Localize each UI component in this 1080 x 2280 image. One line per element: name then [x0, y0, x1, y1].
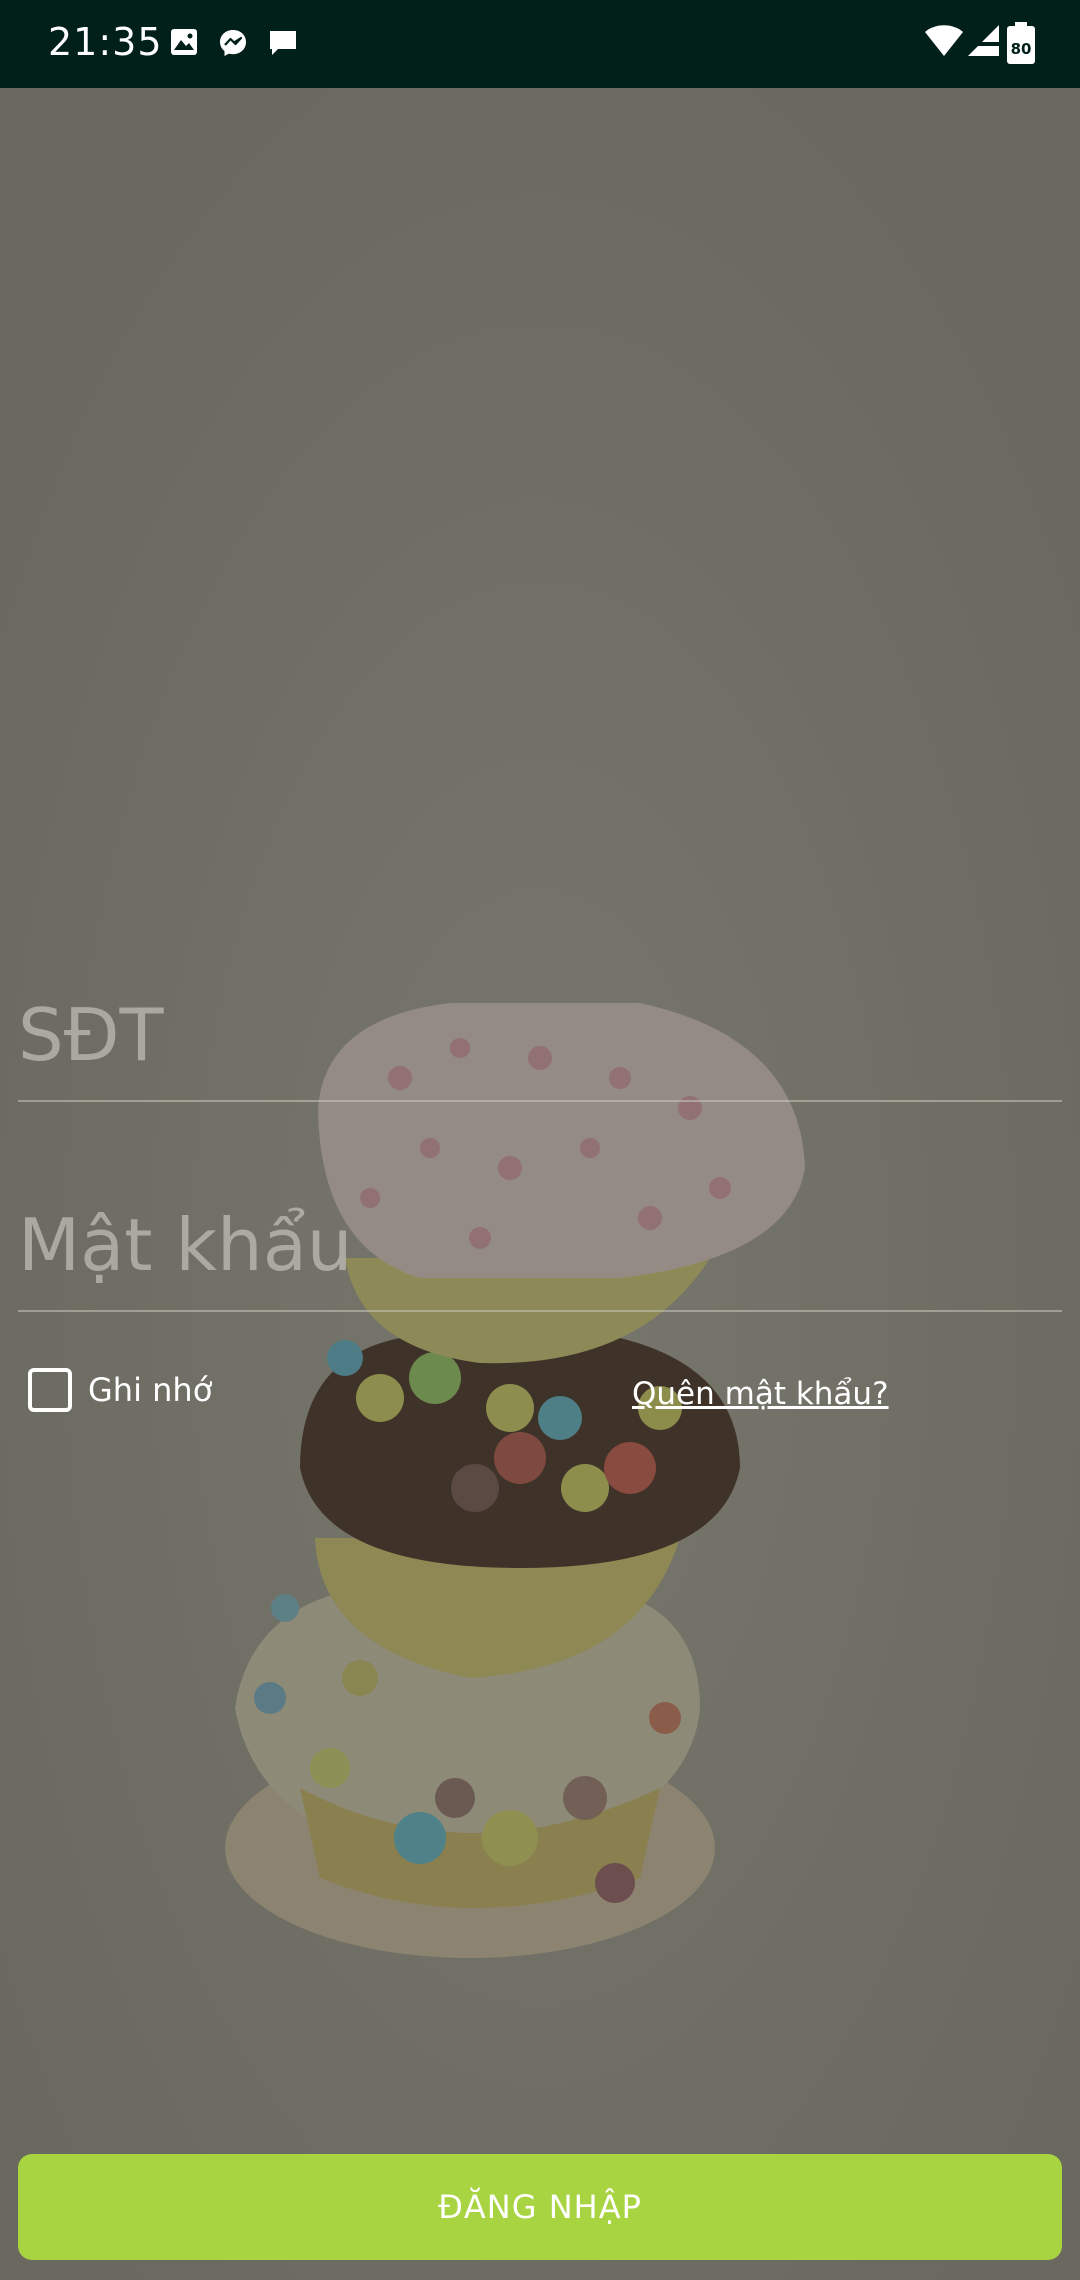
signal-icon: [966, 22, 1000, 62]
forgot-password-link[interactable]: Quên mật khẩu?: [632, 1376, 889, 1412]
remember-me[interactable]: Ghi nhớ: [28, 1368, 212, 1412]
chat-icon: [268, 28, 298, 62]
remember-label: Ghi nhớ: [88, 1371, 213, 1409]
phone-field[interactable]: [18, 990, 1062, 1102]
cupcake-stack-background: [0, 88, 1080, 2280]
battery-level: 80: [1011, 40, 1032, 58]
login-screen: 21:35 80 SĐT Ghi nhớ Quên mật khẩu? ĐĂNG…: [0, 0, 1080, 2280]
password-input[interactable]: [18, 1200, 1062, 1290]
login-button[interactable]: ĐĂNG NHẬP: [18, 2154, 1062, 2260]
remember-checkbox[interactable]: [28, 1368, 72, 1412]
phone-input[interactable]: [18, 990, 1062, 1080]
messenger-icon: [218, 28, 248, 62]
wifi-icon: [924, 22, 964, 62]
status-time: 21:35: [48, 20, 163, 64]
status-bar: 21:35 80: [0, 0, 1080, 88]
image-icon: [170, 28, 198, 60]
password-field[interactable]: [18, 1200, 1062, 1312]
battery-icon: 80: [1006, 22, 1036, 70]
